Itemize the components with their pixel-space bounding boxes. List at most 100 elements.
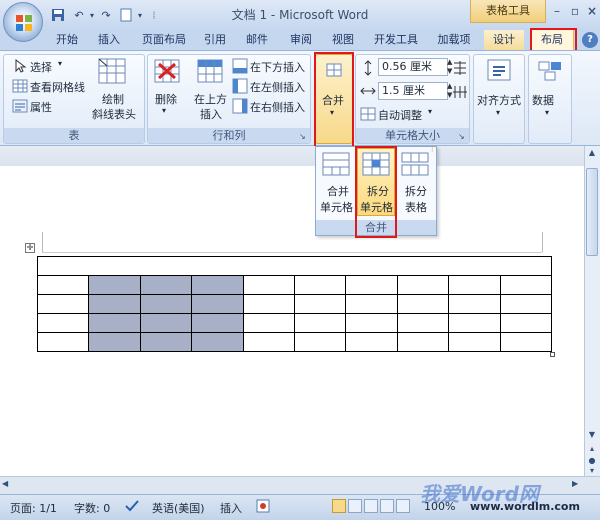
table-cell[interactable] xyxy=(293,294,347,314)
table-cell[interactable] xyxy=(499,275,553,295)
table-resize-handle[interactable] xyxy=(550,352,555,357)
select-browse-object-icon[interactable]: ● xyxy=(586,456,598,466)
full-screen-view-icon[interactable] xyxy=(348,499,362,513)
table-cell-selected[interactable] xyxy=(139,294,193,314)
split-table-button-line1[interactable]: 拆分 xyxy=(405,183,427,199)
view-gridlines-button[interactable]: 查看网格线 xyxy=(30,79,85,95)
table-cell-selected[interactable] xyxy=(88,313,141,333)
table-cell-selected[interactable] xyxy=(139,332,193,352)
table-cell[interactable] xyxy=(36,275,90,295)
draft-view-icon[interactable] xyxy=(396,499,410,513)
tab-review[interactable]: 审阅 xyxy=(284,30,318,50)
word-table[interactable] xyxy=(36,256,553,352)
table-cell[interactable] xyxy=(396,275,450,295)
table-cell[interactable] xyxy=(448,275,501,295)
proofing-icon[interactable] xyxy=(124,499,140,513)
autofit-button[interactable]: 自动调整 xyxy=(378,107,422,123)
help-icon[interactable]: ? xyxy=(582,32,598,48)
maximize-icon[interactable]: ▫ xyxy=(566,3,584,19)
vertical-scroll-thumb[interactable] xyxy=(586,168,598,256)
web-layout-view-icon[interactable] xyxy=(364,499,378,513)
office-button[interactable] xyxy=(3,2,43,42)
print-layout-view-icon[interactable] xyxy=(332,499,346,513)
tab-developer[interactable]: 开发工具 xyxy=(368,30,424,50)
table-cell[interactable] xyxy=(293,275,347,295)
scroll-up-icon[interactable]: ▲ xyxy=(586,148,598,160)
table-cell[interactable] xyxy=(36,313,90,333)
table-cell[interactable] xyxy=(448,332,501,352)
table-cell[interactable] xyxy=(293,313,347,333)
insert-right-button[interactable]: 在右侧插入 xyxy=(250,99,305,115)
table-cell[interactable] xyxy=(499,332,553,352)
close-icon[interactable]: × xyxy=(583,3,600,19)
delete-button[interactable]: 删除 xyxy=(155,91,177,107)
status-page[interactable]: 页面: 1/1 xyxy=(10,500,57,516)
table-cell-selected[interactable] xyxy=(88,275,141,295)
tab-mailings[interactable]: 邮件 xyxy=(240,30,274,50)
status-word-count[interactable]: 字数: 0 xyxy=(74,500,110,516)
table-cell[interactable] xyxy=(36,294,90,314)
tab-view[interactable]: 视图 xyxy=(326,30,360,50)
cell-size-launcher-icon[interactable]: ↘ xyxy=(458,132,467,141)
minimize-icon[interactable]: – xyxy=(548,3,566,19)
insert-above-button-line1[interactable]: 在上方 xyxy=(194,91,227,107)
tab-home[interactable]: 开始 xyxy=(50,30,84,50)
table-cell[interactable] xyxy=(345,332,398,352)
delete-dropdown-icon[interactable]: ▾ xyxy=(162,106,166,115)
table-cell-selected[interactable] xyxy=(88,294,141,314)
table-cell-selected[interactable] xyxy=(191,332,244,352)
table-cell[interactable] xyxy=(345,275,398,295)
table-cell[interactable] xyxy=(448,313,501,333)
table-cell[interactable] xyxy=(242,332,295,352)
table-cell-selected[interactable] xyxy=(191,313,244,333)
status-language[interactable]: 英语(美国) xyxy=(152,500,205,516)
distribute-rows-icon[interactable] xyxy=(452,60,468,76)
table-cell[interactable] xyxy=(499,294,553,314)
table-cell[interactable] xyxy=(499,313,553,333)
table-cell[interactable] xyxy=(396,313,450,333)
outline-view-icon[interactable] xyxy=(380,499,394,513)
tab-page-layout[interactable]: 页面布局 xyxy=(136,30,192,50)
merge-cells-button-line1[interactable]: 合并 xyxy=(327,183,349,199)
table-cell[interactable] xyxy=(345,313,398,333)
table-cell-selected[interactable] xyxy=(139,313,193,333)
scroll-left-icon[interactable]: ◀ xyxy=(2,479,14,491)
table-cell[interactable] xyxy=(396,294,450,314)
macro-record-icon[interactable] xyxy=(256,499,270,513)
tab-insert[interactable]: 插入 xyxy=(92,30,126,50)
table-cell[interactable] xyxy=(293,332,347,352)
split-table-button-line2[interactable]: 表格 xyxy=(405,199,427,215)
table-cell[interactable] xyxy=(242,294,295,314)
tab-layout[interactable]: 布局 xyxy=(530,29,574,51)
properties-button[interactable]: 属性 xyxy=(30,99,52,115)
rows-columns-launcher-icon[interactable]: ↘ xyxy=(299,132,308,141)
select-dropdown-icon[interactable]: ▾ xyxy=(58,59,62,68)
table-cell-selected[interactable] xyxy=(88,332,141,352)
table-cell[interactable] xyxy=(345,294,398,314)
insert-above-button-line2[interactable]: 插入 xyxy=(200,106,222,122)
draw-diagonal-button-line1[interactable]: 绘制 xyxy=(102,91,124,107)
autofit-dropdown-icon[interactable]: ▾ xyxy=(428,107,432,116)
row-height-input[interactable]: 0.56 厘米 xyxy=(378,58,448,76)
draw-diagonal-button-line2[interactable]: 斜线表头 xyxy=(92,106,136,122)
table-cell[interactable] xyxy=(36,332,90,352)
tab-references[interactable]: 引用 xyxy=(198,30,232,50)
scroll-down-icon[interactable]: ▼ xyxy=(586,430,598,442)
insert-below-button[interactable]: 在下方插入 xyxy=(250,59,305,75)
column-width-input[interactable]: 1.5 厘米 xyxy=(378,82,448,100)
distribute-columns-icon[interactable] xyxy=(452,84,468,100)
merge-cells-button-line2[interactable]: 单元格 xyxy=(320,199,353,215)
table-cell-selected[interactable] xyxy=(191,275,244,295)
insert-left-button[interactable]: 在左侧插入 xyxy=(250,79,305,95)
table-cell[interactable] xyxy=(242,275,295,295)
table-move-handle-icon[interactable]: ✛ xyxy=(25,243,35,253)
tab-design[interactable]: 设计 xyxy=(484,30,524,50)
select-button[interactable]: 选择 xyxy=(30,59,52,75)
tab-addins[interactable]: 加载项 xyxy=(432,30,476,50)
table-cell[interactable] xyxy=(448,294,501,314)
table-cell[interactable] xyxy=(396,332,450,352)
previous-page-icon[interactable]: ▴ xyxy=(586,444,598,456)
status-insert-mode[interactable]: 插入 xyxy=(220,500,242,516)
table-cell-selected[interactable] xyxy=(191,294,244,314)
next-page-icon[interactable]: ▾ xyxy=(586,466,598,476)
